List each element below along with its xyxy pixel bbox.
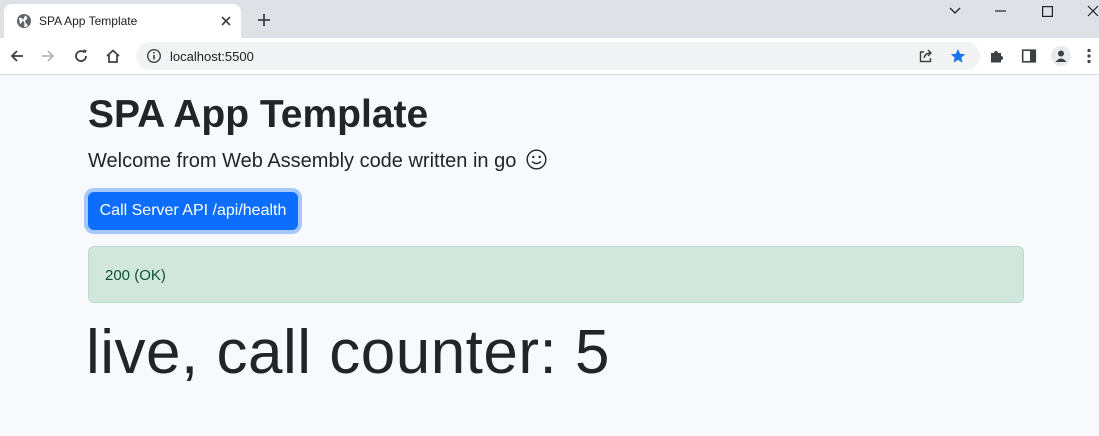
status-text: 200 (OK) <box>105 267 166 284</box>
address-bar[interactable]: localhost:5500 <box>136 42 980 70</box>
plus-icon[interactable] <box>255 11 273 29</box>
avatar-icon[interactable] <box>1051 46 1071 66</box>
page-title: SPA App Template <box>88 93 429 136</box>
lead-label: Welcome from Web Assembly code written i… <box>88 150 517 172</box>
side-panel-icon[interactable] <box>1019 46 1039 66</box>
star-icon[interactable] <box>950 48 966 64</box>
maximize-icon[interactable] <box>1024 0 1070 22</box>
call-counter: live, call counter: 5 <box>86 318 610 387</box>
kebab-menu-icon[interactable] <box>1083 46 1095 66</box>
browser-toolbar: localhost:5500 <box>0 38 1099 75</box>
lead-text: Welcome from Web Assembly code written i… <box>88 149 547 176</box>
tab-title: SPA App Template <box>39 14 138 28</box>
status-alert: 200 (OK) <box>88 246 1024 303</box>
arrow-left-icon[interactable] <box>7 46 27 66</box>
share-icon[interactable] <box>918 48 934 64</box>
browser-tab[interactable]: SPA App Template <box>4 4 241 38</box>
url-text: localhost:5500 <box>170 49 254 64</box>
tab-strip: SPA App Template <box>0 0 1099 38</box>
reload-icon[interactable] <box>71 46 91 66</box>
home-icon[interactable] <box>103 46 123 66</box>
call-api-button[interactable]: Call Server API /api/health <box>88 192 298 230</box>
smiley-icon <box>526 149 547 176</box>
minimize-icon[interactable] <box>978 0 1024 22</box>
arrow-right-icon[interactable] <box>38 46 58 66</box>
close-window-icon[interactable] <box>1070 0 1099 22</box>
globe-icon <box>16 13 32 29</box>
info-icon[interactable] <box>146 48 162 64</box>
puzzle-icon[interactable] <box>987 46 1007 66</box>
chevron-down-icon[interactable] <box>932 0 978 22</box>
close-icon[interactable] <box>218 13 234 29</box>
